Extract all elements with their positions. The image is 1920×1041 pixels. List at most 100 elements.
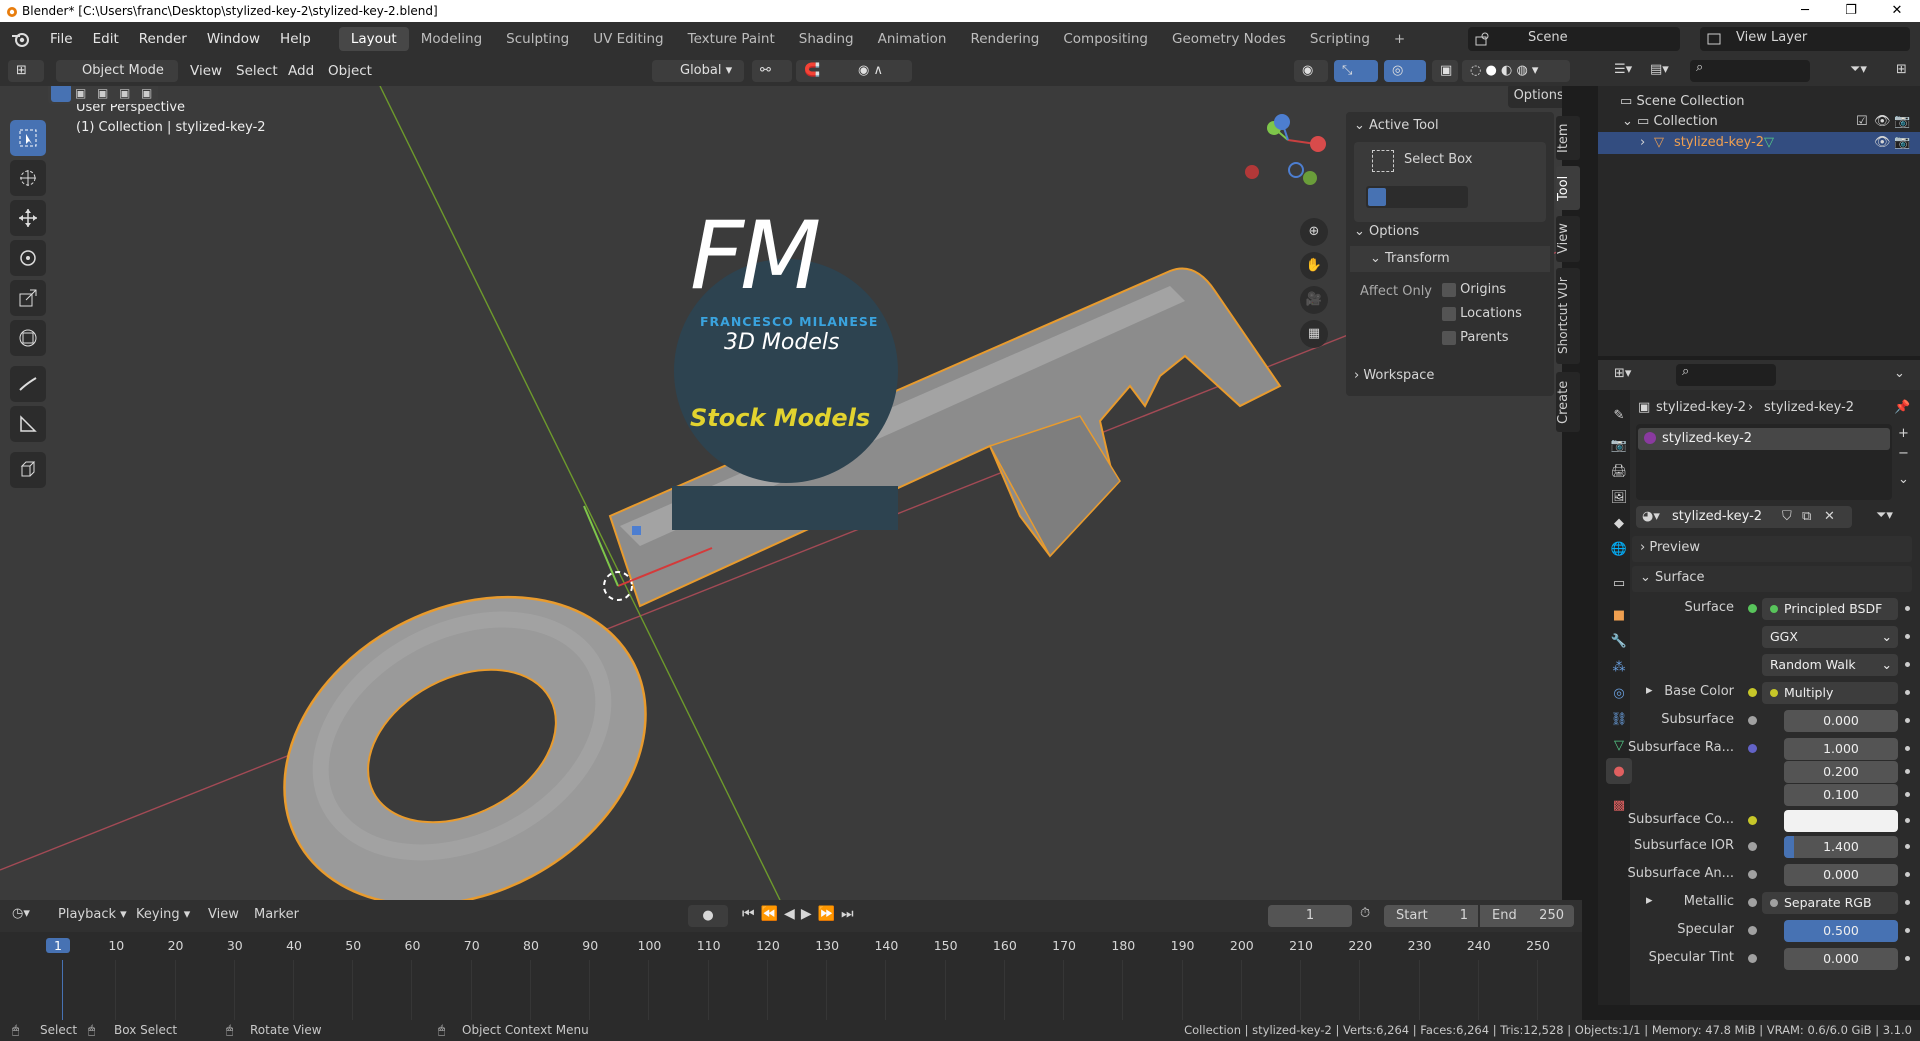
keyframe-dot-icon[interactable] [1905, 606, 1910, 611]
axis-x-icon[interactable] [1310, 136, 1326, 152]
fake-user-icon[interactable]: ⛉ [1782, 509, 1792, 524]
tab-view[interactable]: View [1556, 216, 1580, 262]
collection-camera-icon[interactable]: 📷 [1894, 114, 1910, 129]
axis-z-icon[interactable] [1274, 114, 1290, 130]
playback-controls[interactable]: ⏮⏪◀▶⏩⏭ [742, 906, 860, 922]
minimize-icon[interactable]: ─ [1782, 0, 1828, 22]
collection-eye-icon[interactable]: 👁 [1874, 114, 1891, 129]
menu-marker[interactable]: Marker [254, 907, 299, 922]
tab-uv-editing[interactable]: UV Editing [581, 27, 675, 51]
material-datablock-selector[interactable]: ◕▾ stylized-key-2 ⛉ ⧉ ✕ [1636, 506, 1852, 528]
render-tab-icon[interactable]: 📷 [1606, 432, 1632, 458]
tool-select-modes[interactable] [1366, 186, 1468, 208]
keyframe-dot-icon[interactable] [1905, 662, 1910, 667]
view-layer-tab-icon[interactable]: 🖼 [1606, 484, 1632, 510]
menu-playback[interactable]: Playback ▾ [58, 907, 127, 922]
origins-checkbox[interactable]: Origins [1442, 282, 1506, 297]
add-slot-icon[interactable]: + [1898, 426, 1909, 441]
select-box-tool[interactable] [10, 120, 46, 156]
keyframe-dot-icon[interactable] [1905, 792, 1910, 797]
object-row-selected[interactable]: › ▽ stylized-key-2 ▽ 👁 📷 [1598, 132, 1920, 154]
cursor-tool[interactable] [10, 160, 46, 196]
menu-add[interactable]: Add [288, 60, 314, 82]
keyframe-dot-icon[interactable] [1905, 634, 1910, 639]
properties-options-icon[interactable]: ⌄ [1894, 366, 1905, 381]
editor-type-icon[interactable]: ⊞ [8, 60, 44, 82]
menu-object[interactable]: Object [328, 60, 372, 82]
property-field[interactable]: GGX ⌄ [1762, 626, 1898, 648]
keyframe-dot-icon[interactable] [1905, 844, 1910, 849]
tab-texture-paint[interactable]: Texture Paint [676, 27, 787, 51]
rendered-shading-icon[interactable]: ◍ [1516, 63, 1527, 78]
property-field[interactable]: Multiply [1762, 682, 1898, 704]
world-tab-icon[interactable]: 🌐 [1606, 536, 1632, 562]
tab-layout[interactable]: Layout [338, 27, 409, 51]
tab-modeling[interactable]: Modeling [409, 27, 494, 51]
property-field[interactable]: 1.000 [1784, 738, 1898, 760]
slot-specials-icon[interactable]: ⌄ [1898, 472, 1909, 487]
output-tab-icon[interactable]: 🖨 [1606, 458, 1632, 484]
add-workspace-icon[interactable]: + [1382, 27, 1417, 51]
property-field[interactable]: 0.100 [1784, 784, 1898, 806]
socket-icon[interactable] [1748, 744, 1757, 753]
keyframe-dot-icon[interactable] [1905, 769, 1910, 774]
material-shading-icon[interactable]: ◐ [1501, 63, 1512, 78]
jump-start-icon[interactable]: ⏮ [742, 906, 761, 922]
property-field[interactable]: Separate RGB [1762, 892, 1898, 914]
outliner-type-icon[interactable]: ☰▾ [1614, 62, 1632, 77]
property-field[interactable]: 0.000 [1784, 710, 1898, 732]
property-field[interactable]: 0.200 [1784, 761, 1898, 783]
scene-collection-row[interactable]: ▭ Scene Collection [1620, 94, 1745, 109]
tool-tab-icon[interactable]: ✎ [1606, 402, 1632, 428]
filter-icon[interactable]: ⏷▾ [1850, 62, 1867, 77]
preview-range-icon[interactable]: ⏱ [1360, 906, 1370, 921]
socket-icon[interactable] [1748, 898, 1757, 907]
options-header[interactable]: ⌄ Options [1354, 224, 1419, 239]
pin-icon[interactable]: 📌 [1894, 400, 1910, 415]
add-cube-tool[interactable] [10, 452, 46, 488]
outliner-search[interactable]: ⌕ [1690, 60, 1810, 82]
menu-edit[interactable]: Edit [83, 31, 129, 47]
workspace-header[interactable]: › Workspace [1354, 368, 1434, 383]
gizmo-toggle-icon[interactable]: ⤡ [1334, 60, 1378, 82]
measure-tool[interactable] [10, 406, 46, 442]
scene-tab-icon[interactable]: ◆ [1606, 510, 1632, 536]
play-reverse-icon[interactable]: ◀ [784, 906, 801, 922]
keyframe-dot-icon[interactable] [1905, 818, 1910, 823]
annotate-tool[interactable] [10, 366, 46, 402]
timeline-type-icon[interactable]: ◷▾ [12, 906, 30, 921]
socket-icon[interactable] [1748, 716, 1757, 725]
socket-icon[interactable] [1748, 954, 1757, 963]
orientation-dropdown[interactable]: Global ▾ [652, 60, 744, 82]
locations-checkbox[interactable]: Locations [1442, 306, 1522, 321]
timeline-ruler[interactable]: 1 10 20 30 40 50 60 70 80 90 100 110 120 130 140 150 160… [0, 934, 1582, 1020]
tab-create[interactable]: Create [1556, 372, 1580, 432]
pan-hand-icon[interactable]: ✋ [1300, 252, 1328, 280]
expand-input-icon[interactable]: ▸ [1646, 893, 1653, 908]
keyframe-dot-icon[interactable] [1905, 746, 1910, 751]
socket-icon[interactable] [1748, 870, 1757, 879]
blender-menu-icon[interactable] [10, 30, 30, 48]
material-filter-icon[interactable]: ⏷▾ [1876, 508, 1893, 523]
select-intersect-icon[interactable]: ▣ [141, 86, 152, 100]
select-subtract-icon[interactable]: ▣ [97, 86, 108, 100]
move-tool[interactable] [10, 200, 46, 236]
transform-subpanel[interactable]: ⌄ Transform [1350, 246, 1550, 272]
properties-search[interactable]: ⌕ [1676, 364, 1776, 386]
overlay-toggle-icon[interactable]: ◎ [1384, 60, 1426, 82]
display-mode-icon[interactable]: ▤▾ [1650, 62, 1669, 77]
shading-modes[interactable]: ◌ ● ◐ ◍ ▾ [1462, 60, 1570, 82]
material-slot-item[interactable]: stylized-key-2 [1638, 428, 1890, 450]
socket-icon[interactable] [1748, 926, 1757, 935]
xray-icon[interactable]: ▣ [1432, 60, 1458, 82]
keyframe-dot-icon[interactable] [1905, 690, 1910, 695]
selection-mode-buttons[interactable]: ▣ ▣ ▣ ▣ [48, 86, 158, 104]
expand-icon[interactable]: › [1640, 135, 1645, 150]
tab-tool[interactable]: Tool [1556, 166, 1580, 210]
parents-checkbox[interactable]: Parents [1442, 330, 1509, 345]
scene-selector[interactable]: Scene [1468, 27, 1680, 51]
axis-neg-z-icon[interactable] [1288, 162, 1304, 178]
mode-dropdown[interactable]: Object Mode ▾ [56, 60, 178, 100]
property-field[interactable]: 0.000 [1784, 864, 1898, 886]
active-tool-header[interactable]: ⌄ Active Tool [1354, 118, 1439, 133]
